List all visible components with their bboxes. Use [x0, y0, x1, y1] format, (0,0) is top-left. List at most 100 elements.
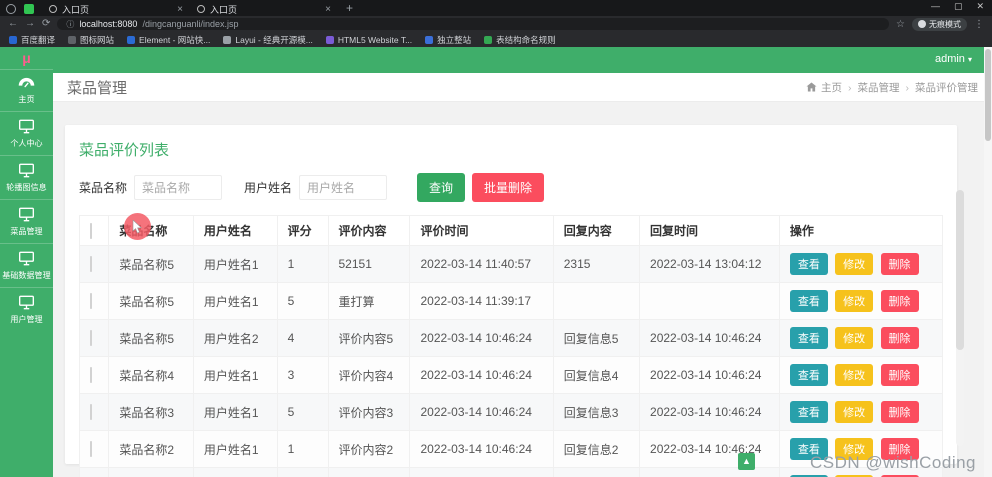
cell-dish-name: 菜品名称4 — [108, 356, 194, 394]
cursor-annotation — [124, 213, 151, 240]
edit-button[interactable]: 修改 — [835, 364, 874, 386]
user-name-filter-input[interactable] — [299, 175, 388, 200]
sidebar: μ 主页 个人中心 轮播图信息 菜品管理 基础数据管理 用户管理 — [0, 47, 53, 477]
close-window-button[interactable]: ✕ — [976, 1, 984, 12]
monitor-icon — [19, 119, 34, 134]
query-button[interactable]: 查询 — [417, 173, 466, 202]
sidebar-item-dishes[interactable]: 菜品管理 — [0, 199, 53, 243]
forward-icon[interactable]: → — [25, 19, 35, 29]
browser-tab[interactable]: 入口页 × — [190, 2, 338, 16]
cell-score: 1 — [276, 245, 329, 283]
monitor-icon — [19, 251, 34, 266]
row-checkbox[interactable] — [90, 367, 92, 383]
breadcrumb-item[interactable]: 菜品管理 — [842, 80, 900, 95]
panel-scrollbar[interactable] — [956, 190, 964, 446]
batch-delete-button[interactable]: 批量删除 — [472, 173, 545, 202]
cell-reply-time: 2022-03-14 10:46:24 — [639, 319, 780, 357]
cell-dish-name: 菜品名称2 — [108, 430, 194, 468]
delete-button[interactable]: 删除 — [880, 401, 919, 423]
breadcrumb-item[interactable]: 主页 — [821, 80, 842, 95]
browser-tab[interactable]: 入口页 × — [42, 2, 190, 16]
cell-reply-time: 2022-03-14 10:46:24 — [639, 467, 780, 477]
user-menu[interactable]: admin ▾ — [935, 53, 972, 65]
sidebar-item-home[interactable]: 主页 — [0, 69, 53, 111]
page-title: 菜品管理 — [67, 79, 128, 97]
dish-name-filter-input[interactable] — [134, 175, 223, 200]
edit-button[interactable]: 修改 — [835, 253, 874, 275]
tab-close-icon[interactable]: × — [325, 4, 331, 15]
cell-time: 2022-03-14 11:39:17 — [409, 282, 554, 320]
breadcrumb-item[interactable]: 菜品评价管理 — [900, 80, 978, 95]
sidebar-item-basicdata[interactable]: 基础数据管理 — [0, 243, 53, 287]
cell-score: 3 — [276, 356, 329, 394]
table-row: 菜品名称4 用户姓名1 3 评价内容4 2022-03-14 10:46:24 … — [78, 356, 944, 394]
col-time: 评价时间 — [409, 215, 554, 246]
cell-time: 2022-03-14 10:46:24 — [409, 319, 554, 357]
edit-button[interactable]: 修改 — [835, 290, 874, 312]
user-name-filter-label: 用户姓名 — [244, 181, 293, 195]
cell-user-name: 用户姓名1 — [192, 282, 278, 320]
delete-button[interactable]: 删除 — [880, 364, 919, 386]
row-checkbox[interactable] — [90, 293, 92, 309]
back-to-top-button[interactable]: ▲ — [738, 453, 755, 470]
tab-close-icon[interactable]: × — [177, 4, 183, 15]
row-checkbox[interactable] — [90, 256, 92, 272]
new-tab-button[interactable]: + — [346, 1, 353, 15]
delete-button[interactable]: 删除 — [880, 253, 919, 275]
minimize-button[interactable]: — — [931, 1, 940, 12]
incognito-icon — [918, 20, 926, 28]
url-input[interactable]: ⓘ localhost:8080/dingcanguanli/index.jsp — [57, 18, 890, 30]
row-checkbox[interactable] — [90, 330, 92, 346]
caret-down-icon: ▾ — [967, 55, 972, 64]
view-button[interactable]: 查看 — [789, 290, 828, 312]
bookmark-item[interactable]: 独立整站 — [425, 34, 471, 46]
back-icon[interactable]: ← — [8, 19, 18, 29]
bookmark-item[interactable]: 表结构命名规则 — [484, 34, 556, 46]
browser-icon — [6, 4, 16, 14]
bookmark-star-icon[interactable]: ☆ — [896, 19, 905, 30]
page-scrollbar[interactable] — [984, 47, 992, 477]
sidebar-item-carousel[interactable]: 轮播图信息 — [0, 155, 53, 199]
view-button[interactable]: 查看 — [789, 253, 828, 275]
bookmark-item[interactable]: Layui - 经典开源模... — [223, 34, 313, 46]
monitor-icon — [19, 295, 34, 310]
bookmark-item[interactable]: Element - 网站快... — [127, 34, 210, 46]
bookmark-favicon — [223, 35, 232, 44]
view-button[interactable]: 查看 — [789, 364, 828, 386]
cell-user-name: 用户姓名1 — [192, 245, 278, 283]
cell-dish-name: 菜品名称1 — [108, 467, 194, 477]
view-button[interactable]: 查看 — [789, 327, 828, 349]
sidebar-item-profile[interactable]: 个人中心 — [0, 111, 53, 155]
bookmark-item[interactable]: 百度翻译 — [9, 34, 55, 46]
cell-dish-name: 菜品名称3 — [108, 393, 194, 431]
select-all-checkbox[interactable] — [90, 222, 92, 239]
col-dish-name: 菜品名称 — [108, 215, 194, 246]
menu-dots-icon[interactable]: ⋮ — [974, 19, 984, 30]
bookmark-item[interactable]: 图标网站 — [68, 34, 114, 46]
view-button[interactable]: 查看 — [789, 401, 828, 423]
tab-title: 入口页 — [210, 4, 238, 15]
cell-score: 0 — [276, 467, 329, 477]
col-reply: 回复内容 — [552, 215, 641, 246]
bookmark-favicon — [425, 35, 434, 44]
row-checkbox[interactable] — [90, 441, 92, 457]
site-info-icon[interactable]: ⓘ — [66, 19, 74, 30]
bookmark-item[interactable]: HTML5 Website T... — [325, 35, 412, 45]
sidebar-item-users[interactable]: 用户管理 — [0, 287, 53, 331]
row-checkbox[interactable] — [90, 404, 92, 420]
delete-button[interactable]: 删除 — [880, 290, 919, 312]
web-page: μ 主页 个人中心 轮播图信息 菜品管理 基础数据管理 用户管理 admin ▾… — [0, 47, 992, 477]
edit-button[interactable]: 修改 — [835, 327, 874, 349]
cell-content: 评价内容3 — [327, 393, 411, 431]
review-list-panel: 菜品评价列表 菜品名称 用户姓名 查询 批量删除 菜品名称 — [65, 125, 957, 477]
cell-user-name: 用户姓名2 — [192, 319, 278, 357]
pinned-tab-icon[interactable] — [24, 4, 34, 14]
maximize-button[interactable]: ▢ — [954, 1, 963, 12]
tab-favicon — [197, 5, 205, 13]
delete-button[interactable]: 删除 — [880, 327, 919, 349]
table-row: 菜品名称5 用户姓名1 5 重打算 2022-03-14 11:39:17 查看… — [78, 282, 944, 320]
cell-content: 评价内容1 — [327, 467, 411, 477]
reload-icon[interactable]: ⟳ — [42, 19, 50, 29]
edit-button[interactable]: 修改 — [835, 401, 874, 423]
cell-content: 52151 — [327, 245, 411, 283]
